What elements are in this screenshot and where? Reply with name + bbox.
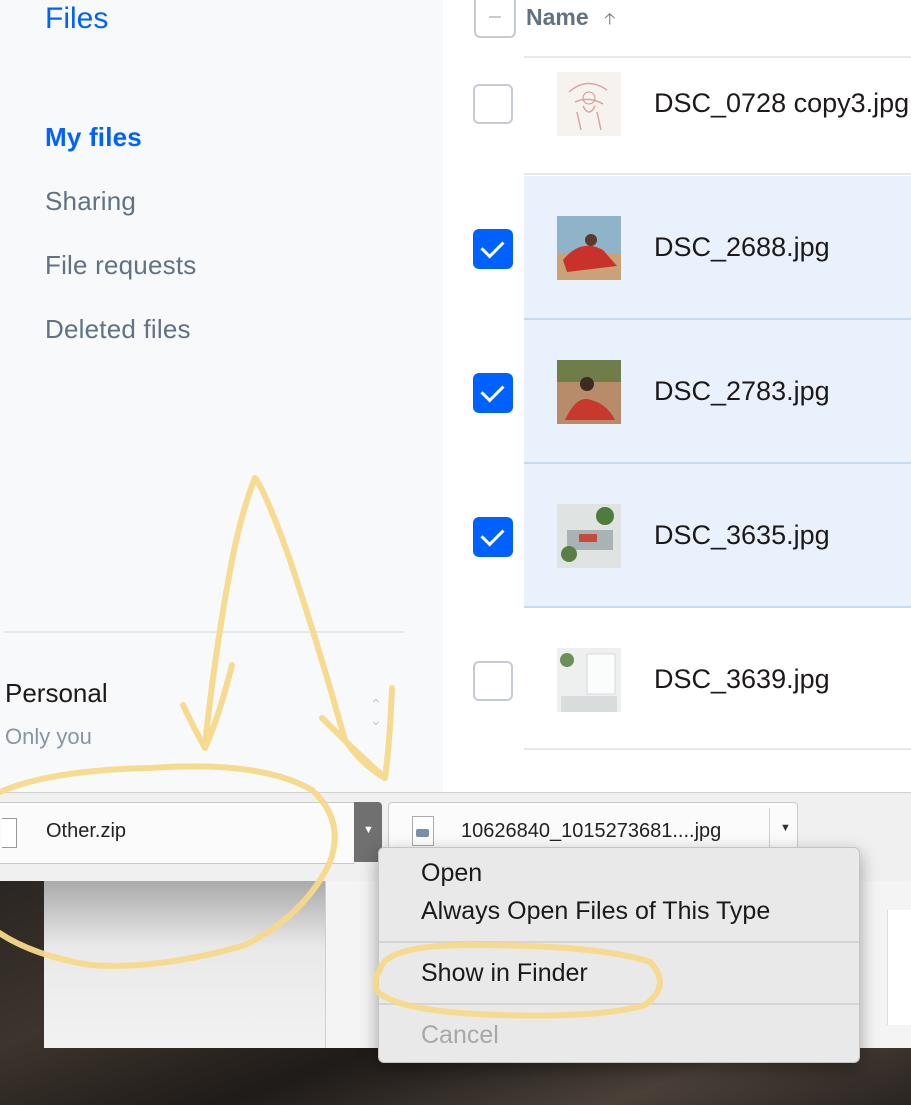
files-title[interactable]: Files	[45, 2, 108, 36]
file-thumbnail	[557, 72, 621, 136]
row-divider	[524, 173, 911, 175]
nav-deleted-files[interactable]: Deleted files	[45, 314, 191, 345]
menu-item-always-open[interactable]: Always Open Files of This Type	[421, 897, 770, 926]
file-thumbnail	[557, 504, 621, 568]
background-window-panel	[887, 910, 911, 1025]
row-divider	[524, 748, 911, 750]
nav-file-requests[interactable]: File requests	[45, 250, 196, 281]
row-checkbox[interactable]	[473, 661, 513, 701]
row-checkbox-checked[interactable]	[473, 517, 513, 557]
nav-my-files[interactable]: My files	[45, 122, 142, 153]
background-window-sidebar	[44, 880, 326, 1048]
menu-item-cancel: Cancel	[421, 1021, 499, 1049]
nav-sharing[interactable]: Sharing	[45, 186, 136, 217]
context-menu: Open Always Open Files of This Type Show…	[378, 847, 860, 1063]
file-name[interactable]: DSC_2783.jpg	[654, 376, 830, 407]
menu-item-show-in-finder[interactable]: Show in Finder	[421, 959, 588, 988]
menu-item-open[interactable]: Open	[421, 859, 482, 888]
select-all-checkbox[interactable]	[474, 0, 516, 38]
sidebar-divider	[4, 631, 404, 633]
download-item-name[interactable]: 10626840_1015273681....jpg	[461, 820, 721, 843]
menu-separator	[379, 941, 859, 943]
image-file-icon	[412, 816, 434, 846]
file-name[interactable]: DSC_3639.jpg	[654, 664, 830, 695]
row-checkbox[interactable]	[473, 84, 513, 124]
caret-down-icon[interactable]: ▼	[780, 822, 791, 834]
row-checkbox-checked[interactable]	[473, 229, 513, 269]
background-window-divider	[325, 880, 326, 1048]
account-name[interactable]: Personal	[5, 678, 108, 709]
file-thumbnail	[557, 216, 621, 280]
account-subtitle: Only you	[5, 724, 92, 749]
name-column-header[interactable]: Name	[526, 4, 589, 31]
file-thumbnail	[557, 648, 621, 712]
file-thumbnail	[557, 360, 621, 424]
row-checkbox-checked[interactable]	[473, 373, 513, 413]
sort-ascending-icon[interactable]: 🡡	[604, 8, 616, 35]
sidebar	[0, 0, 443, 792]
header-divider	[524, 56, 911, 58]
menu-separator	[379, 1003, 859, 1005]
file-name[interactable]: DSC_0728 copy3.jpg	[654, 88, 909, 119]
file-name[interactable]: DSC_3635.jpg	[654, 520, 830, 551]
caret-down-icon: ▼	[363, 824, 374, 836]
account-switcher-icon[interactable]: ⌃ ⌄	[370, 696, 382, 728]
download-item-name[interactable]: Other.zip	[46, 820, 126, 843]
file-name[interactable]: DSC_2688.jpg	[654, 232, 830, 263]
zip-file-icon	[2, 818, 17, 848]
